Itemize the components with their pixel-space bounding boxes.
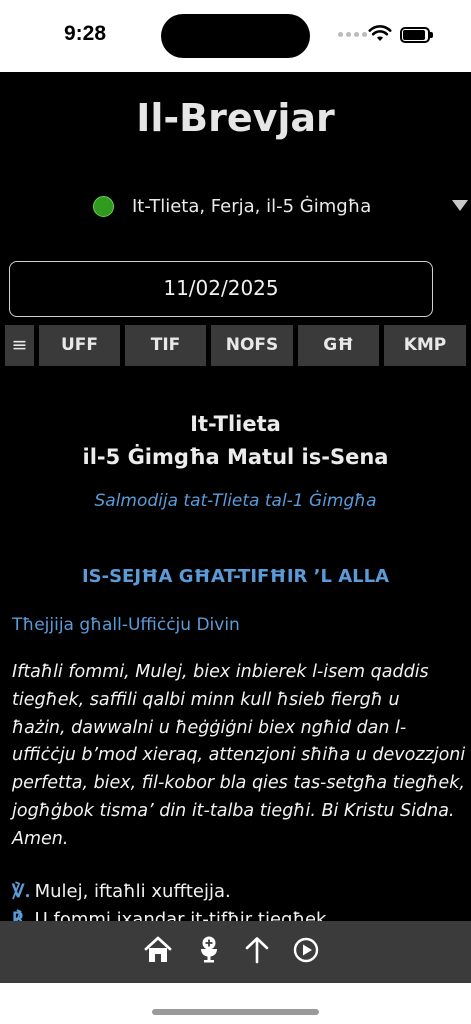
day-heading: It-Tlieta il-5 Ġimgħa Matul is-Sena (0, 408, 471, 474)
status-time: 9:28 (64, 22, 107, 45)
menu-tab[interactable]: ≡ (5, 325, 34, 366)
prayer-line: Amen. (12, 828, 69, 849)
home-indicator-area (0, 983, 471, 1024)
arrow-up-icon[interactable] (242, 935, 272, 965)
bottom-toolbar (0, 921, 471, 983)
status-bar: 9:28 (0, 0, 471, 72)
sub-heading: Tħejjija għall-Uffiċċju Divin (12, 615, 240, 635)
wifi-icon (368, 25, 392, 41)
office-content[interactable]: It-Tlieta il-5 Ġimgħa Matul is-Sena Salm… (0, 370, 471, 921)
prayer-text: Iftaħli fommi, Mulej, biex inbierek l-is… (12, 659, 467, 854)
day-heading-line-2: il-5 Ġimgħa Matul is-Sena (82, 445, 389, 469)
section-title: IS-SEJĦA GĦAT-TIFĦIR ’L ALLA (81, 566, 390, 587)
prayer-line: Iftaħli fommi, Mulej, biex inbierek l-is… (12, 662, 429, 682)
psalmody-label: Salmodija tat-Tlieta tal-1 Ġimgħa (94, 491, 377, 511)
prayer-line: uffiċċju b’mod xieraq, attenzjoni sħiħa … (12, 745, 466, 766)
prayer-line: tiegħek, saffili qalbi minn kull ħsieb f… (12, 689, 400, 710)
home-indicator[interactable] (152, 1009, 319, 1015)
prayer-line: perfetta, biex, fil-kobor bla qies tas-s… (12, 773, 465, 794)
battery-icon (400, 27, 433, 43)
tab-uff[interactable]: UFF (39, 325, 120, 366)
response-text: U fommi ixandar it-tifħir tiegħek. (34, 909, 333, 921)
tab-kmp[interactable]: KMP (384, 325, 466, 366)
dropdown-arrow-icon[interactable] (452, 200, 468, 211)
tab-gh[interactable]: GĦ (298, 325, 379, 366)
home-icon[interactable] (143, 935, 173, 965)
day-heading-line-1: It-Tlieta (190, 412, 281, 436)
hour-tabs: ≡ UFF TIF NOFS GĦ KMP (0, 325, 471, 367)
communion-icon[interactable] (194, 935, 224, 965)
prayer-line: ħażin, dawwalni u ħeġġiġni biex ngħid da… (12, 717, 407, 738)
liturgical-color-dot (93, 196, 114, 217)
versicle-text: Mulej, iftaħli xufftejja. (34, 881, 231, 902)
response: ℟. U fommi ixandar it-tifħir tiegħek. (12, 909, 332, 921)
versicle-symbol: ℣. (12, 881, 31, 902)
response-symbol: ℟. (12, 909, 31, 921)
tab-tif[interactable]: TIF (125, 325, 206, 366)
versicle: ℣. Mulej, iftaħli xufftejja. (12, 881, 231, 902)
day-selector[interactable]: It-Tlieta, Ferja, il-5 Ġimgħa (0, 192, 471, 222)
prayer-line: jogħġbok tisma’ din it-talba tiegħi. Bi … (12, 800, 455, 821)
app-title: Il-Brevjar (136, 96, 335, 140)
dynamic-island (161, 14, 310, 58)
tab-nofs[interactable]: NOFS (211, 325, 293, 366)
date-field[interactable]: 11/02/2025 (9, 261, 433, 317)
day-selector-label: It-Tlieta, Ferja, il-5 Ġimgħa (132, 196, 372, 217)
signal-dots-icon (338, 32, 367, 37)
play-icon[interactable] (291, 935, 321, 965)
